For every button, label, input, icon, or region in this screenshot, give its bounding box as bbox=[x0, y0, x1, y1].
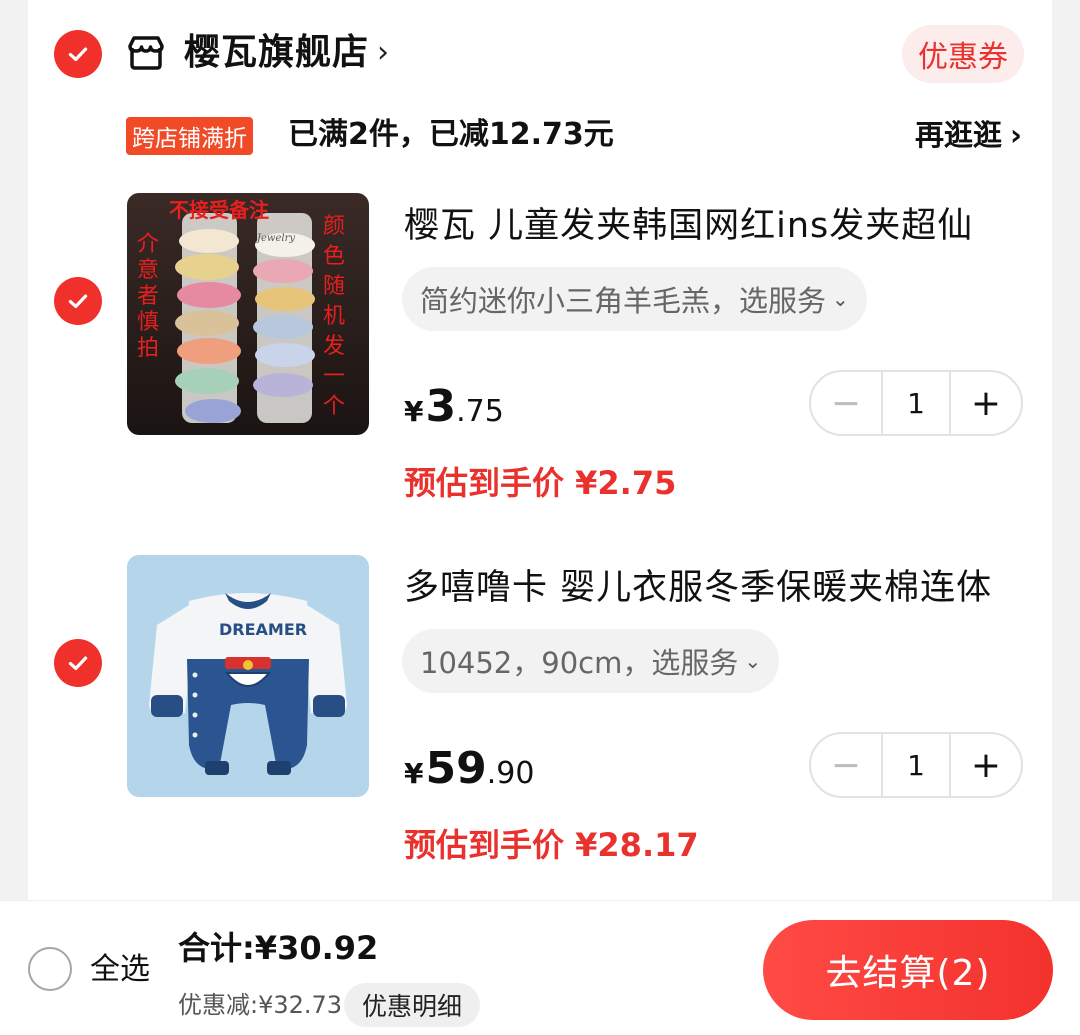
sku-label: 简约迷你小三角羊毛羔，选服务 bbox=[420, 284, 827, 318]
quantity-input[interactable]: 1 bbox=[881, 734, 951, 796]
svg-text:慎: 慎 bbox=[137, 310, 159, 335]
checkout-bar: 全选 合计:¥30.92 优惠减:¥32.73 优惠明细 去结算(2) bbox=[0, 900, 1080, 1035]
total-price: 合计:¥30.92 bbox=[178, 929, 379, 967]
store-name: 樱瓦旗舰店 bbox=[184, 32, 370, 73]
svg-text:个: 个 bbox=[323, 394, 345, 419]
quantity-stepper: − 1 + bbox=[809, 732, 1023, 798]
promo-text: 已满2件，已减12.73元 bbox=[288, 117, 614, 152]
chevron-down-icon: ⌄ bbox=[744, 649, 762, 673]
image-overlay-chest: DREAMER bbox=[219, 620, 307, 639]
svg-text:意: 意 bbox=[137, 258, 159, 283]
chevron-right-icon: › bbox=[377, 35, 391, 70]
product-title[interactable]: 樱瓦 儿童发夹韩国网红ins发夹超仙 bbox=[404, 201, 1034, 251]
price: ¥ 3 .75 bbox=[404, 381, 504, 432]
price-decimal: .75 bbox=[456, 394, 504, 429]
cart-item: DREAMER 多嘻噜卡 婴儿衣服冬季保暖夹棉连体 10452，90cm，选服务… bbox=[28, 555, 1052, 895]
product-image[interactable]: DREAMER bbox=[127, 555, 369, 797]
increase-quantity-button[interactable]: + bbox=[951, 372, 1021, 434]
price: ¥ 59 .90 bbox=[404, 743, 534, 794]
svg-text:随: 随 bbox=[323, 274, 345, 299]
cart-item: 不接受备注 Jewelry 介 意 者 慎 拍 颜 色 随 机 发 一 个 樱瓦… bbox=[28, 193, 1052, 533]
checkmark-icon bbox=[68, 47, 88, 62]
discount-detail-button[interactable]: 优惠明细 bbox=[344, 983, 481, 1027]
image-overlay-tag: Jewelry bbox=[255, 233, 295, 244]
sku-selector[interactable]: 10452，90cm，选服务 ⌄ bbox=[402, 629, 780, 693]
svg-text:者: 者 bbox=[137, 284, 159, 309]
quantity-input[interactable]: 1 bbox=[881, 372, 951, 434]
svg-text:颜: 颜 bbox=[323, 214, 345, 239]
sku-label: 10452，90cm，选服务 bbox=[420, 646, 739, 680]
item-select-checkbox[interactable] bbox=[54, 639, 102, 687]
sku-selector[interactable]: 简约迷你小三角羊毛羔，选服务 ⌄ bbox=[402, 267, 867, 331]
chevron-right-icon: › bbox=[1010, 118, 1022, 152]
quantity-stepper: − 1 + bbox=[809, 370, 1023, 436]
image-overlay-top: 不接受备注 bbox=[169, 198, 269, 222]
estimated-price: 预估到手价 ¥28.17 bbox=[404, 826, 699, 864]
price-integer: 59 bbox=[425, 743, 487, 794]
svg-text:拍: 拍 bbox=[137, 336, 159, 361]
select-all-checkbox[interactable] bbox=[28, 947, 72, 991]
store-name-link[interactable]: 樱瓦旗舰店 › bbox=[184, 28, 390, 78]
price-currency: ¥ bbox=[404, 395, 424, 428]
price-decimal: .90 bbox=[486, 756, 535, 791]
select-all-label[interactable]: 全选 bbox=[90, 949, 150, 991]
promo-tag: 跨店铺满折 bbox=[126, 117, 253, 155]
price-currency: ¥ bbox=[404, 757, 424, 790]
product-title[interactable]: 多嘻噜卡 婴儿衣服冬季保暖夹棉连体 bbox=[404, 563, 1034, 613]
browse-more-label: 再逛逛 bbox=[915, 118, 1003, 152]
hair-clip-product-image: 不接受备注 Jewelry 介 意 者 慎 拍 颜 色 随 机 发 一 个 bbox=[127, 193, 369, 435]
estimated-price: 预估到手价 ¥2.75 bbox=[404, 464, 677, 502]
checkout-button[interactable]: 去结算(2) bbox=[763, 920, 1053, 1020]
browse-more-link[interactable]: 再逛逛 › bbox=[915, 112, 1022, 158]
checkmark-icon bbox=[68, 294, 88, 309]
increase-quantity-button[interactable]: + bbox=[951, 734, 1021, 796]
svg-text:发: 发 bbox=[323, 334, 345, 359]
baby-romper-product-image: DREAMER bbox=[127, 555, 369, 797]
discount-amount: 优惠减:¥32.73 bbox=[178, 991, 343, 1019]
product-image[interactable]: 不接受备注 Jewelry 介 意 者 慎 拍 颜 色 随 机 发 一 个 bbox=[127, 193, 369, 435]
chevron-down-icon: ⌄ bbox=[832, 287, 849, 311]
svg-text:色: 色 bbox=[323, 244, 345, 269]
svg-text:介: 介 bbox=[137, 232, 159, 257]
coupon-button[interactable]: 优惠券 bbox=[902, 25, 1024, 83]
store-card: 樱瓦旗舰店 › 优惠券 跨店铺满折 已满2件，已减12.73元 再逛逛 › 不接… bbox=[28, 0, 1052, 900]
decrease-quantity-button[interactable]: − bbox=[811, 372, 881, 434]
svg-text:一: 一 bbox=[323, 364, 345, 389]
item-select-checkbox[interactable] bbox=[54, 277, 102, 325]
svg-text:机: 机 bbox=[323, 304, 345, 329]
store-select-checkbox[interactable] bbox=[54, 30, 102, 78]
decrease-quantity-button[interactable]: − bbox=[811, 734, 881, 796]
price-integer: 3 bbox=[425, 381, 457, 432]
checkmark-icon bbox=[68, 656, 88, 671]
store-icon bbox=[128, 36, 164, 70]
